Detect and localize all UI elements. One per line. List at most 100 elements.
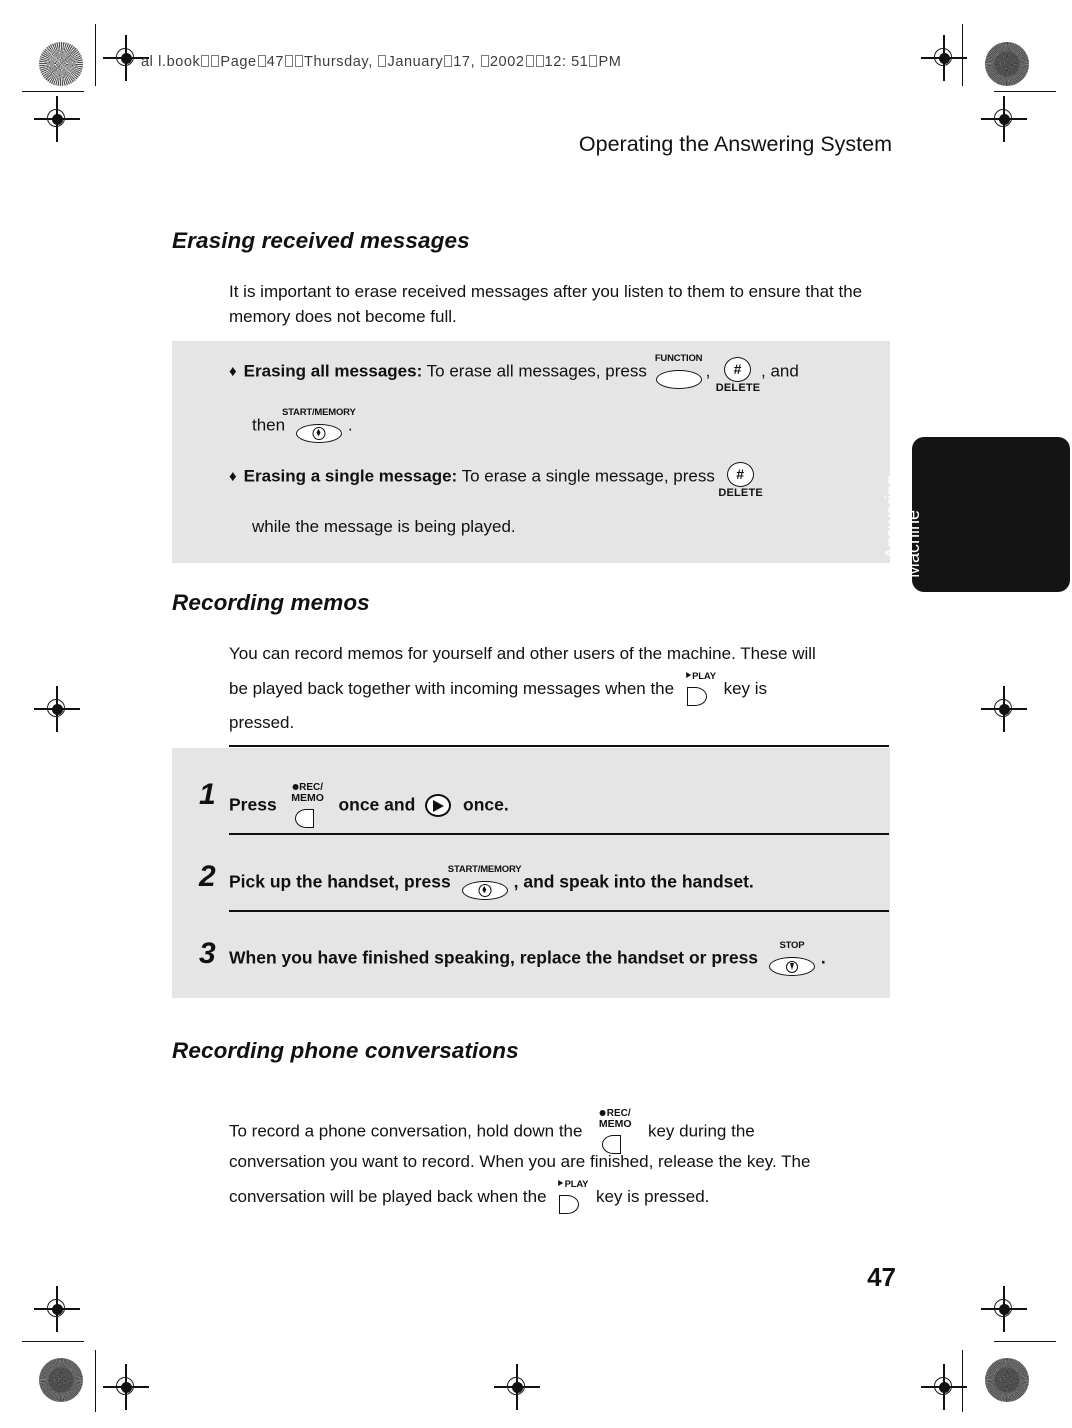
registration-target-mid-left — [34, 686, 80, 732]
bullet-lead-label: Erasing a single message: — [243, 466, 458, 486]
trim-line-upper-right-horizontal — [994, 91, 1056, 93]
stop-symbol-icon — [785, 960, 798, 973]
section-heading-recording-memos: Recording memos — [172, 590, 370, 615]
scan-header-year: 2002 — [489, 54, 525, 70]
chapter-thumb-tab-line1: 3. Answering — [882, 474, 902, 578]
paragraph-recording-memos-line2: be played back together with incoming me… — [229, 671, 909, 706]
step-text-part: , and speak into the handset. — [513, 871, 754, 892]
step-text-2: Pick up the handset, press START/MEMORY … — [229, 865, 754, 900]
bullet-text-continued: while the message is being played. — [252, 517, 516, 536]
missing-glyph-box — [211, 55, 220, 67]
start-memory-key-label: START/MEMORY — [447, 864, 522, 875]
delete-key-label: DELETE — [718, 487, 763, 499]
bullet-lead-label: Erasing all messages: — [243, 361, 423, 381]
bullet-diamond-icon: ♦ — [229, 363, 237, 381]
callout-bullet-erasing-all: ♦ Erasing all messages: To erase all mess… — [229, 354, 879, 394]
play-key-label: PLAY — [558, 1179, 588, 1190]
play-key-label: PLAY — [686, 671, 716, 682]
paragraph-text: To record a phone conversation, hold dow… — [229, 1121, 583, 1141]
memo-label: MEMO — [291, 792, 324, 804]
registration-target-bottom-left — [103, 1364, 149, 1410]
section-heading-recording-phone-conversations: Recording phone conversations — [172, 1038, 519, 1063]
record-dot-icon — [599, 1110, 606, 1116]
paragraph-text: be played back together with incoming me… — [229, 679, 675, 698]
registration-target-bottom-right — [921, 1364, 967, 1410]
start-symbol-icon — [478, 883, 492, 897]
play-triangle-icon — [558, 1179, 564, 1186]
step-number-3: 3 — [199, 937, 216, 970]
registration-target-top-left — [103, 35, 149, 81]
paragraph-text-tail: key during the — [647, 1121, 755, 1141]
registration-starburst-top-left — [39, 42, 83, 86]
stop-key-label: STOP — [779, 940, 805, 951]
bullet-text: To erase all messages, press — [426, 361, 647, 381]
record-dot-icon — [292, 784, 299, 790]
step-text-1: Press REC/ MEMO once and once. — [229, 782, 509, 828]
step-text-part: Pick up the handset, press — [229, 871, 451, 892]
start-memory-key-label: START/MEMORY — [282, 407, 356, 418]
paragraph-recording-calls-line3: conversation will be played back when th… — [229, 1179, 710, 1214]
play-triangle-icon — [686, 671, 692, 678]
missing-glyph-box — [480, 55, 489, 67]
missing-glyph-box — [535, 55, 544, 67]
bullet-text: To erase a single message, press — [461, 466, 715, 486]
paragraph-recording-calls-line2: conversation you want to record. When yo… — [229, 1152, 811, 1171]
play-key-icon: PLAY — [553, 1179, 589, 1214]
trim-line-lower-left-horizontal — [22, 1341, 84, 1343]
registration-target-upper-right-inner — [981, 96, 1027, 142]
step-text-part: . — [820, 947, 826, 968]
missing-glyph-box — [378, 55, 387, 67]
stop-key-icon: STOP — [767, 940, 817, 976]
missing-glyph-box — [589, 55, 598, 67]
scan-header-line: al l.book Page 47 Thursday, January 17, 2002… — [141, 54, 621, 70]
start-memory-key-icon: START/MEMORY — [282, 408, 356, 443]
delete-key-glyph: # — [724, 357, 752, 382]
step-rule-1-2 — [229, 833, 889, 836]
document-page: al l.book Page 47 Thursday, January 17, 2002… — [0, 0, 1072, 1428]
bullet-diamond-icon: ♦ — [229, 468, 237, 486]
delete-key-icon: # DELETE — [718, 461, 763, 499]
delete-key-glyph: # — [726, 462, 754, 487]
page-number: 47 — [867, 1262, 896, 1292]
period-1: . — [347, 415, 353, 435]
step-text-part: once and — [338, 794, 416, 815]
step-text-part: Press — [229, 794, 277, 815]
right-arrow-key-icon — [424, 793, 454, 819]
paragraph-text-tail: key is — [723, 679, 768, 698]
missing-glyph-box — [285, 55, 294, 67]
missing-glyph-box — [295, 55, 304, 67]
paragraph-recording-memos-line3: pressed. — [229, 713, 295, 732]
scan-header-filename: al l.book — [141, 54, 201, 70]
registration-target-bottom-center — [494, 1364, 540, 1410]
delete-key-label: DELETE — [715, 382, 761, 394]
comma-1: , — [705, 361, 711, 381]
trim-line-bottom-right-vertical — [962, 1350, 964, 1412]
missing-glyph-box — [525, 55, 534, 67]
rec-memo-key-icon: REC/ MEMO — [286, 782, 330, 828]
missing-glyph-box — [444, 55, 453, 67]
paragraph-text-tail: key is pressed. — [596, 1187, 710, 1206]
scan-header-month: January — [387, 54, 444, 70]
scan-header-page-word: Page — [220, 54, 257, 70]
registration-target-lower-left-inner — [34, 1286, 80, 1332]
step-text-part: When you have finished speaking, replace… — [229, 947, 759, 968]
paragraph-recording-memos-line1: You can record memos for yourself and ot… — [229, 644, 816, 663]
scan-header-time: 12: 51 — [544, 54, 589, 70]
scan-header-page-number: 47 — [266, 54, 285, 70]
step-rule-2-3 — [229, 910, 889, 913]
registration-target-mid-right — [981, 686, 1027, 732]
trim-line-upper-left-horizontal — [22, 91, 84, 93]
start-memory-key-icon: START/MEMORY — [448, 865, 522, 900]
callout-bullet-erasing-single-line2: while the message is being played. — [252, 515, 516, 539]
start-symbol-icon — [312, 426, 326, 440]
registration-starburst-bottom-right — [985, 1358, 1029, 1402]
callout-bullet-erasing-single: ♦ Erasing a single message: To erase a si… — [229, 461, 879, 499]
function-key-icon: FUNCTION — [654, 354, 704, 389]
trim-line-top-left-vertical — [95, 24, 97, 86]
missing-glyph-box — [201, 55, 210, 67]
paragraph-text: conversation will be played back when th… — [229, 1187, 547, 1206]
trim-line-bottom-left-vertical — [95, 1350, 97, 1412]
step-text-3: When you have finished speaking, replace… — [229, 940, 826, 976]
paragraph-erasing-intro: It is important to erase received messag… — [229, 282, 863, 326]
missing-glyph-box — [257, 55, 266, 67]
